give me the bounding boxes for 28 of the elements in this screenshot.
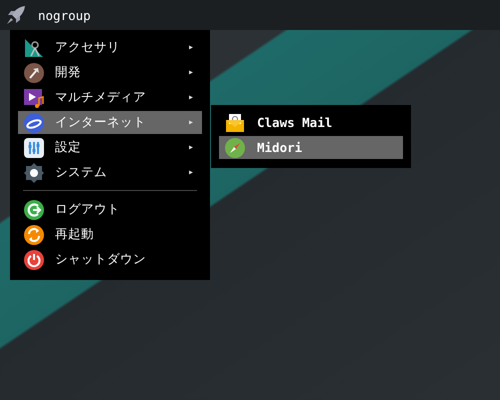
compass-icon (225, 138, 245, 158)
workspace-name: nogroup (38, 8, 91, 22)
submenu-arrow-icon: ▸ (188, 92, 194, 103)
menu-item[interactable]: 開発 ▸ (18, 61, 202, 84)
menu-item[interactable]: Claws Mail (219, 111, 403, 134)
gear-icon (24, 162, 44, 182)
submenu-arrow-icon: ▸ (188, 67, 194, 78)
menu-item[interactable]: マルチメディア ▸ (18, 86, 202, 109)
logout-icon (24, 200, 44, 220)
menu-item[interactable]: 設定 ▸ (18, 136, 202, 159)
submenu-arrow-icon: ▸ (188, 117, 194, 128)
menu-item[interactable]: アクセサリ ▸ (18, 36, 202, 59)
menu-item[interactable]: システム ▸ (18, 161, 202, 184)
submenu-arrow-icon: ▸ (188, 142, 194, 153)
power-icon (24, 250, 44, 270)
menu-item[interactable]: シャットダウン (18, 248, 202, 271)
menu-item[interactable]: Midori (219, 136, 403, 159)
refresh-icon (24, 224, 44, 244)
submenu-arrow-icon: ▸ (188, 167, 194, 178)
menu-item[interactable]: ログアウト (18, 198, 202, 221)
film-music-icon (24, 88, 44, 108)
rocket-icon[interactable] (6, 5, 26, 25)
menu-item[interactable]: 再起動 (18, 223, 202, 246)
mail-icon (225, 112, 245, 132)
submenu-arrow-icon: ▸ (188, 42, 194, 53)
settings-icon (24, 138, 44, 158)
menu-item[interactable]: インターネット ▸ (18, 111, 202, 134)
globe-icon (24, 112, 44, 132)
